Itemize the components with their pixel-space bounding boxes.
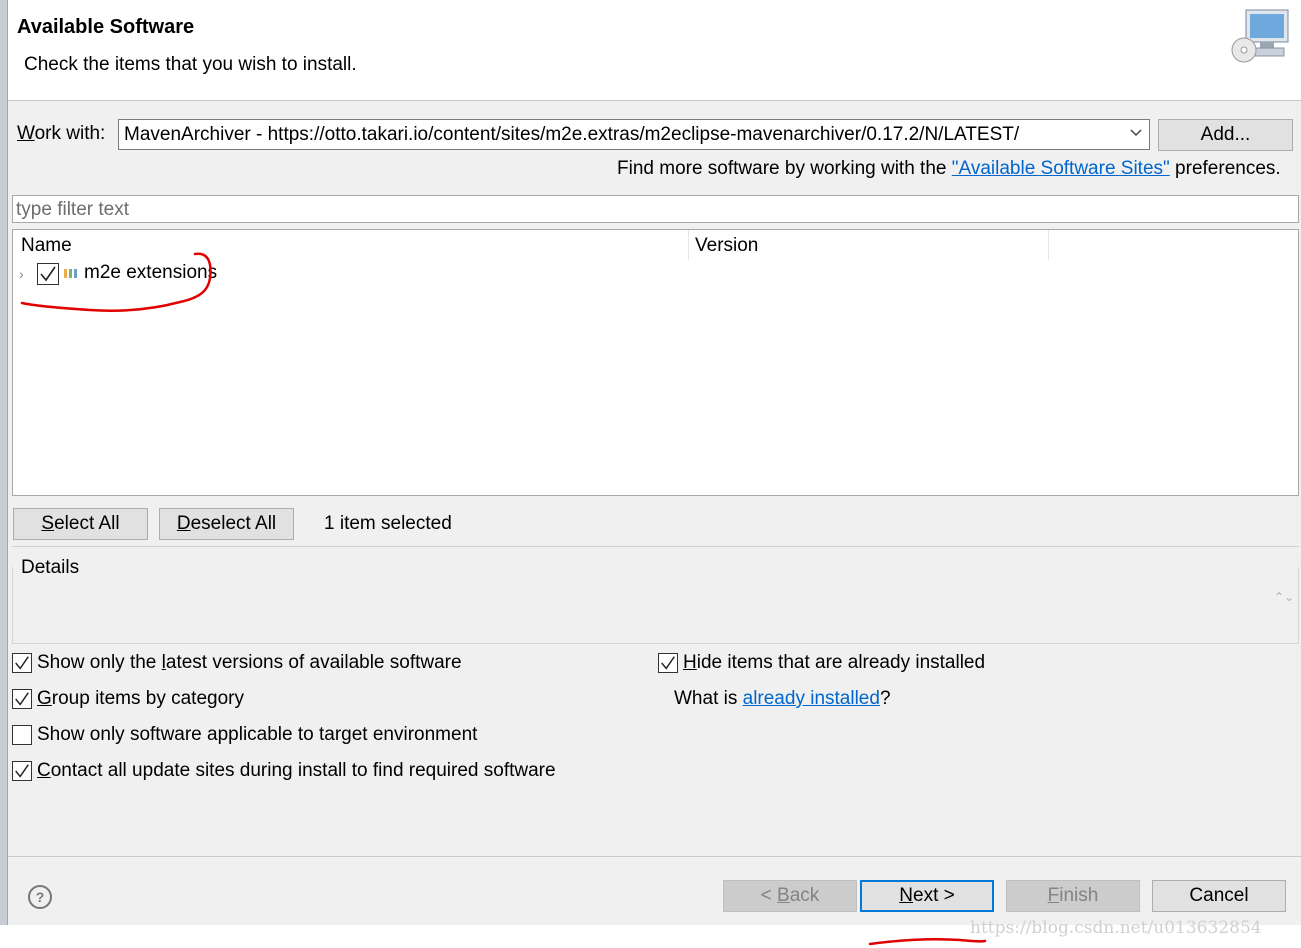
check-icon — [40, 266, 56, 282]
software-tree[interactable]: Name Version › m2e extensions — [12, 229, 1299, 496]
cancel-button[interactable]: Cancel — [1152, 880, 1286, 912]
wizard-banner-icon — [1231, 9, 1289, 63]
next-button[interactable]: Next > — [860, 880, 994, 912]
contact-sites-checkbox[interactable] — [12, 761, 32, 781]
add-site-button[interactable]: Add... — [1158, 119, 1293, 151]
wizard-header — [8, 0, 1301, 101]
tree-item-label[interactable]: m2e extensions — [84, 262, 217, 284]
find-more-text: Find more software by working with the "… — [617, 158, 1281, 179]
column-header-version[interactable]: Version — [695, 235, 758, 257]
work-with-value: MavenArchiver - https://otto.takari.io/c… — [124, 124, 1020, 145]
details-label: Details — [21, 557, 80, 578]
back-button[interactable]: < Back — [723, 880, 857, 912]
work-with-combo[interactable]: MavenArchiver - https://otto.takari.io/c… — [118, 119, 1150, 150]
column-header-name[interactable]: Name — [21, 235, 72, 257]
background-window-edge — [0, 0, 8, 948]
latest-versions-checkbox[interactable] — [12, 653, 32, 673]
work-with-label: Work with: — [17, 123, 106, 144]
separator — [12, 546, 1299, 547]
category-icon — [64, 269, 77, 278]
dropdown-arrow-icon[interactable] — [1129, 126, 1143, 140]
page-title: Available Software — [17, 16, 195, 38]
tree-item-checkbox[interactable] — [37, 263, 59, 285]
help-icon[interactable]: ? — [28, 885, 52, 909]
filter-placeholder: type filter text — [16, 199, 129, 220]
group-by-category-label[interactable]: Group items by category — [37, 688, 244, 710]
finish-button[interactable]: Finish — [1006, 880, 1140, 912]
expand-arrow-icon[interactable]: › — [19, 266, 24, 282]
check-icon — [15, 656, 29, 670]
check-icon — [661, 656, 675, 670]
hide-installed-label[interactable]: Hide items that are already installed — [683, 652, 985, 674]
already-installed-link[interactable]: already installed — [743, 688, 880, 709]
group-by-category-checkbox[interactable] — [12, 689, 32, 709]
check-icon — [15, 764, 29, 778]
applicable-only-checkbox[interactable] — [12, 725, 32, 745]
scroll-arrows-icon[interactable]: ⌃⌄ — [1274, 591, 1294, 603]
check-icon — [15, 692, 29, 706]
filter-input[interactable]: type filter text — [12, 195, 1299, 223]
available-software-sites-link[interactable]: "Available Software Sites" — [952, 158, 1170, 179]
page-subtitle: Check the items that you wish to install… — [24, 54, 357, 75]
column-divider[interactable] — [1048, 230, 1049, 260]
latest-versions-label[interactable]: Show only the latest versions of availab… — [37, 652, 462, 674]
applicable-only-label[interactable]: Show only software applicable to target … — [37, 724, 477, 746]
deselect-all-button[interactable]: Deselect All — [159, 508, 294, 540]
what-is-installed-text: What is already installed? — [674, 688, 891, 709]
watermark: https://blog.csdn.net/u013632854 — [970, 918, 1262, 938]
contact-sites-label[interactable]: Contact all update sites during install … — [37, 760, 556, 782]
details-area — [12, 567, 1299, 644]
footer-separator — [8, 856, 1301, 857]
hide-installed-checkbox[interactable] — [658, 653, 678, 673]
selection-count: 1 item selected — [324, 513, 452, 534]
select-all-button[interactable]: Select All — [13, 508, 148, 540]
column-divider[interactable] — [688, 230, 689, 260]
